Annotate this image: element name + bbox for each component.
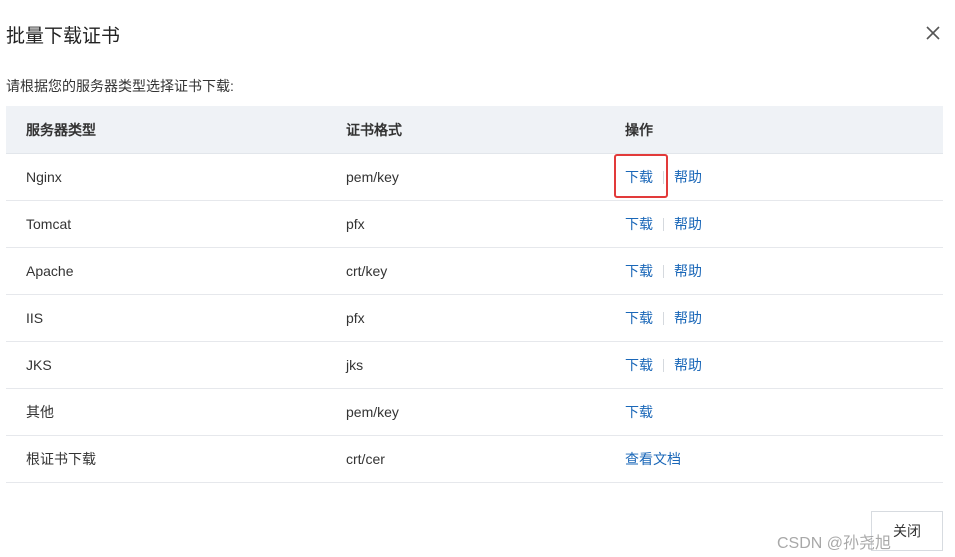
download-link[interactable]: 下载 [625,261,653,281]
close-button[interactable]: 关闭 [871,511,943,551]
server-type-cell: IIS [26,310,44,326]
actions-cell: 下载 帮助 [625,261,702,281]
actions-cell: 下载 帮助 [625,167,702,187]
help-link[interactable]: 帮助 [674,261,702,281]
actions-cell: 下载 帮助 [625,308,702,328]
download-link[interactable]: 下载 [625,167,653,187]
download-link[interactable]: 下载 [625,402,653,422]
actions-cell: 查看文档 [625,449,681,469]
cert-format-cell: pem/key [346,404,399,420]
instruction-text: 请根据您的服务器类型选择证书下载: [6,78,234,94]
action-divider [663,264,664,278]
server-type-cell: Apache [26,263,74,279]
batch-download-dialog: 批量下载证书 请根据您的服务器类型选择证书下载: 服务器类型 证书格式 操作 N… [0,0,955,557]
cert-format-cell: pfx [346,310,365,326]
action-divider [663,358,664,372]
close-icon[interactable] [922,22,944,44]
cert-format-cell: pem/key [346,169,399,185]
server-type-cell: JKS [26,357,52,373]
actions-cell: 下载 帮助 [625,214,702,234]
help-link[interactable]: 帮助 [674,214,702,234]
action-divider [663,217,664,231]
table-row: JKS jks 下载 帮助 [6,342,943,389]
view-docs-link[interactable]: 查看文档 [625,449,681,469]
actions-cell: 下载 [625,402,653,422]
header-server-type: 服务器类型 [26,121,96,138]
table-row: IIS pfx 下载 帮助 [6,295,943,342]
download-link[interactable]: 下载 [625,214,653,234]
server-type-cell: Nginx [26,169,62,185]
server-type-cell: 根证书下载 [26,451,96,467]
cert-format-cell: crt/key [346,263,388,279]
download-link[interactable]: 下载 [625,355,653,375]
help-link[interactable]: 帮助 [674,308,702,328]
action-divider [663,311,664,325]
table-row: Nginx pem/key 下载 帮助 [6,154,943,201]
cert-format-cell: pfx [346,216,365,232]
certificate-table: 服务器类型 证书格式 操作 Nginx pem/key 下载 帮助 Tomcat [6,106,943,483]
cert-format-cell: crt/cer [346,451,385,467]
header-cert-format: 证书格式 [346,121,402,138]
table-row: 其他 pem/key 下载 [6,389,943,436]
header-actions: 操作 [625,121,653,138]
table-row: 根证书下载 crt/cer 查看文档 [6,436,943,483]
action-divider [663,170,664,184]
download-link[interactable]: 下载 [625,308,653,328]
actions-cell: 下载 帮助 [625,355,702,375]
server-type-cell: Tomcat [26,216,72,232]
table-header: 服务器类型 证书格式 操作 [6,106,943,154]
table-row: Tomcat pfx 下载 帮助 [6,201,943,248]
table-row: Apache crt/key 下载 帮助 [6,248,943,295]
cert-format-cell: jks [346,357,364,373]
dialog-title: 批量下载证书 [6,26,121,47]
help-link[interactable]: 帮助 [674,355,702,375]
server-type-cell: 其他 [26,404,54,420]
help-link[interactable]: 帮助 [674,167,702,187]
